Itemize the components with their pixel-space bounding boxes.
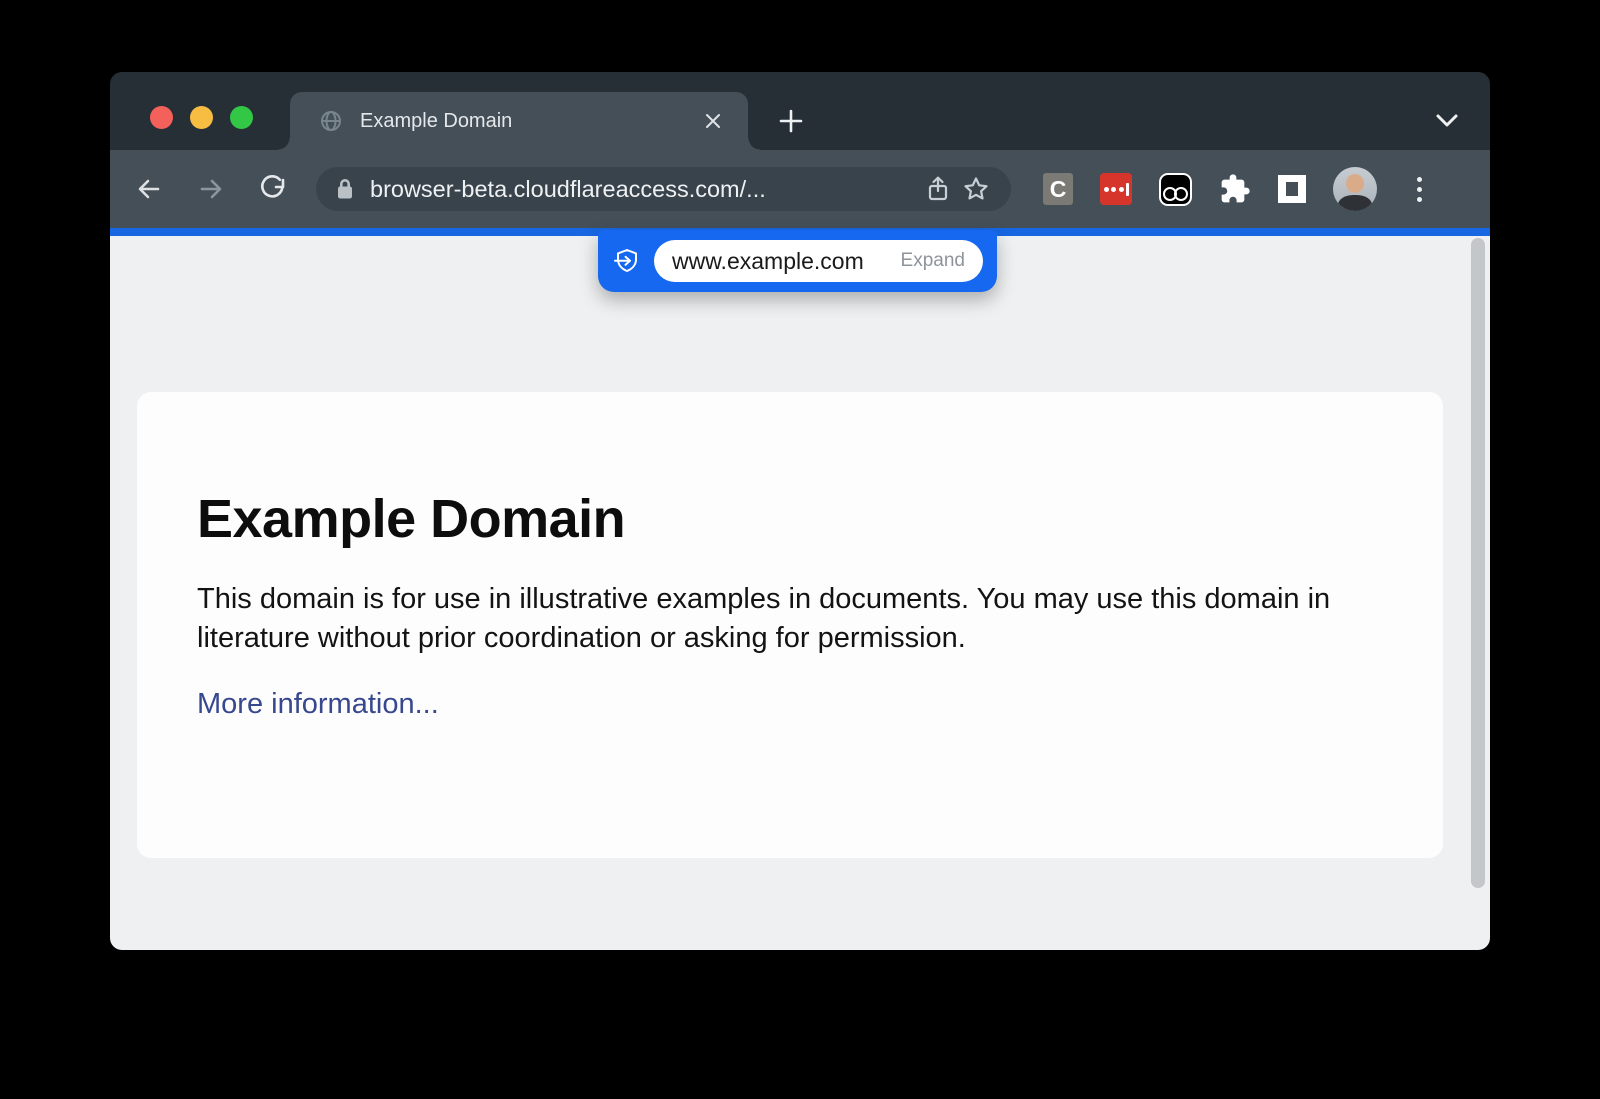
three-dot-menu-icon[interactable] — [1404, 169, 1434, 209]
frame-extension-icon[interactable] — [1278, 175, 1306, 203]
profile-avatar[interactable] — [1333, 167, 1377, 211]
puzzle-icon[interactable] — [1219, 173, 1251, 205]
tab-strip: Example Domain — [110, 72, 1490, 150]
share-icon[interactable] — [919, 170, 957, 208]
isolated-host-text: www.example.com — [672, 248, 889, 275]
new-tab-button[interactable] — [776, 106, 806, 136]
shield-arrow-icon — [612, 246, 642, 276]
dual-circles-extension-icon[interactable] — [1159, 173, 1192, 206]
page-title: Example Domain — [197, 488, 1383, 550]
lastpass-icon[interactable] — [1100, 173, 1132, 205]
globe-icon — [318, 108, 344, 134]
extensions-area: C — [1043, 167, 1434, 211]
isolated-site-popup: www.example.com Expand — [598, 230, 997, 292]
url-text[interactable]: browser-beta.cloudflareaccess.com/... — [370, 176, 919, 203]
minimize-window-button[interactable] — [190, 106, 213, 129]
address-bar[interactable]: browser-beta.cloudflareaccess.com/... — [316, 167, 1011, 211]
bookmark-star-icon[interactable] — [957, 170, 995, 208]
tab-close-icon[interactable] — [698, 106, 728, 136]
content-card: Example Domain This domain is for use in… — [137, 392, 1443, 858]
isolated-host-field[interactable]: www.example.com Expand — [654, 240, 983, 282]
fullscreen-window-button[interactable] — [230, 106, 253, 129]
page-paragraph: This domain is for use in illustrative e… — [197, 580, 1347, 658]
browser-window: Example Domain — [110, 72, 1490, 950]
expand-button[interactable]: Expand — [901, 250, 965, 272]
lock-icon[interactable] — [334, 177, 356, 201]
clickup-c-icon[interactable]: C — [1043, 173, 1073, 205]
vertical-scrollbar-thumb[interactable] — [1471, 238, 1485, 888]
close-window-button[interactable] — [150, 106, 173, 129]
back-button[interactable] — [128, 168, 170, 210]
traffic-lights — [150, 106, 253, 129]
tab-example-domain[interactable]: Example Domain — [290, 92, 748, 150]
page-viewport: www.example.com Expand Example Domain Th… — [110, 236, 1490, 950]
more-information-link[interactable]: More information... — [197, 688, 439, 721]
tab-title: Example Domain — [360, 110, 698, 133]
tab-search-chevron-icon[interactable] — [1432, 108, 1462, 134]
browser-toolbar: browser-beta.cloudflareaccess.com/... C — [110, 150, 1490, 228]
reload-button[interactable] — [252, 168, 294, 210]
forward-button[interactable] — [190, 168, 232, 210]
